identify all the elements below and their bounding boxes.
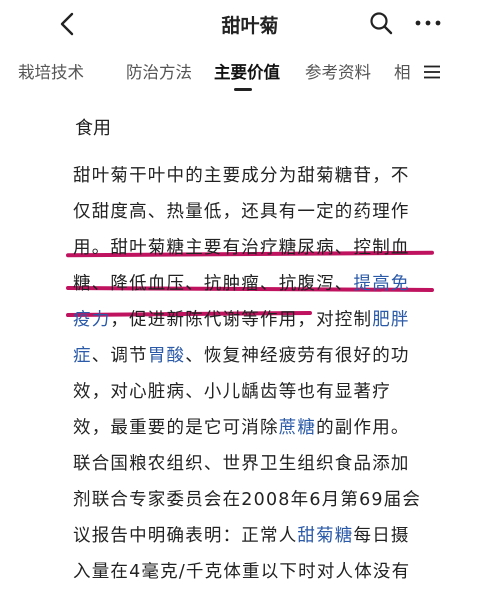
more-button[interactable] xyxy=(411,9,445,37)
paragraph-line: 效，最重要的是它可消除蔗糖的副作用。 xyxy=(73,410,433,446)
paragraph-line: 效，对心脏病、小儿龋齿等也有显著疗 xyxy=(73,374,433,410)
inline-link[interactable]: 疫力 xyxy=(73,310,110,330)
text-segment: 每日摄 xyxy=(353,526,410,546)
tab-references[interactable]: 参考资料 xyxy=(305,59,371,83)
search-icon xyxy=(370,12,393,35)
text-segment: 联合国粮农组织、世界卫生组织食品添加 xyxy=(73,454,410,474)
inline-link[interactable]: 提高免 xyxy=(354,274,410,294)
inline-link[interactable]: 蔗糖 xyxy=(279,418,316,438)
paragraph-line: 联合国粮农组织、世界卫生组织食品添加 xyxy=(73,446,433,482)
text-segment: 甜叶菊干叶中的主要成分为甜菊糖苷，不 xyxy=(73,166,410,186)
paragraph-line: 疫力，促进新陈代谢等作用，对控制肥胖 xyxy=(73,302,433,338)
text-segment: 入量在4毫克/千克体重以下时对人体没有 xyxy=(73,562,411,582)
text-segment: 仅甜度高、热量低，还具有一定的药理作 xyxy=(73,202,410,222)
inline-link[interactable]: 肥胖 xyxy=(372,310,409,330)
more-dots-icon xyxy=(415,20,441,26)
inline-link[interactable]: 甜菊糖 xyxy=(297,526,353,546)
body-paragraph: 甜叶菊干叶中的主要成分为甜菊糖苷，不 仅甜度高、热量低，还具有一定的药理作 用。甜叶… xyxy=(73,158,433,590)
paragraph-line: 症、调节胃酸、恢复神经疲劳有很好的功 xyxy=(73,338,433,374)
text-segment: 用。甜叶菊糖主要有治疗糖尿病、控制血 xyxy=(73,238,410,258)
search-button[interactable] xyxy=(366,9,396,37)
active-tab-indicator xyxy=(234,88,252,91)
paragraph-line: 仅甜度高、热量低，还具有一定的药理作 xyxy=(73,194,433,230)
text-segment: ，促进新陈代谢等作用，对控制 xyxy=(110,310,373,330)
text-segment: 效，对心脏病、小儿龋齿等也有显著疗 xyxy=(73,382,391,402)
top-bar: 甜叶菊 xyxy=(0,0,500,46)
paragraph-line: 入量在4毫克/千克体重以下时对人体没有 xyxy=(73,554,433,590)
inline-link[interactable]: 症 xyxy=(73,346,92,366)
inline-link[interactable]: 胃酸 xyxy=(148,346,185,366)
text-segment: 、恢复神经疲劳有很好的功 xyxy=(185,346,410,366)
paragraph-line: 用。甜叶菊糖主要有治疗糖尿病、控制血 xyxy=(73,230,433,266)
paragraph-line: 甜叶菊干叶中的主要成分为甜菊糖苷，不 xyxy=(73,158,433,194)
text-segment: 的副作用。 xyxy=(316,418,410,438)
tab-cultivation[interactable]: 栽培技术 xyxy=(18,59,84,83)
section-heading: 食用 xyxy=(75,118,111,139)
text-segment: 效，最重要的是它可消除 xyxy=(73,418,279,438)
paragraph-line: 糖、降低血压、抗肿瘤、抗腹泻、提高免 xyxy=(73,266,433,302)
tab-menu-button[interactable] xyxy=(417,56,447,88)
paragraph-line: 议报告中明确表明：正常人甜菊糖每日摄 xyxy=(73,518,433,554)
paragraph-line: 剂联合专家委员会在2008年6月第69届会 xyxy=(73,482,433,518)
tab-related[interactable]: 相 xyxy=(394,59,411,83)
text-segment: 糖、降低血压、抗肿瘤、抗腹泻、 xyxy=(73,274,354,294)
text-segment: 、调节 xyxy=(91,346,148,366)
menu-icon xyxy=(424,65,440,79)
tab-prevention[interactable]: 防治方法 xyxy=(126,59,192,83)
text-segment: 议报告中明确表明：正常人 xyxy=(73,526,298,546)
tab-main-value[interactable]: 主要价值 xyxy=(214,59,280,83)
text-segment: 剂联合专家委员会在2008年6月第69届会 xyxy=(73,490,422,510)
